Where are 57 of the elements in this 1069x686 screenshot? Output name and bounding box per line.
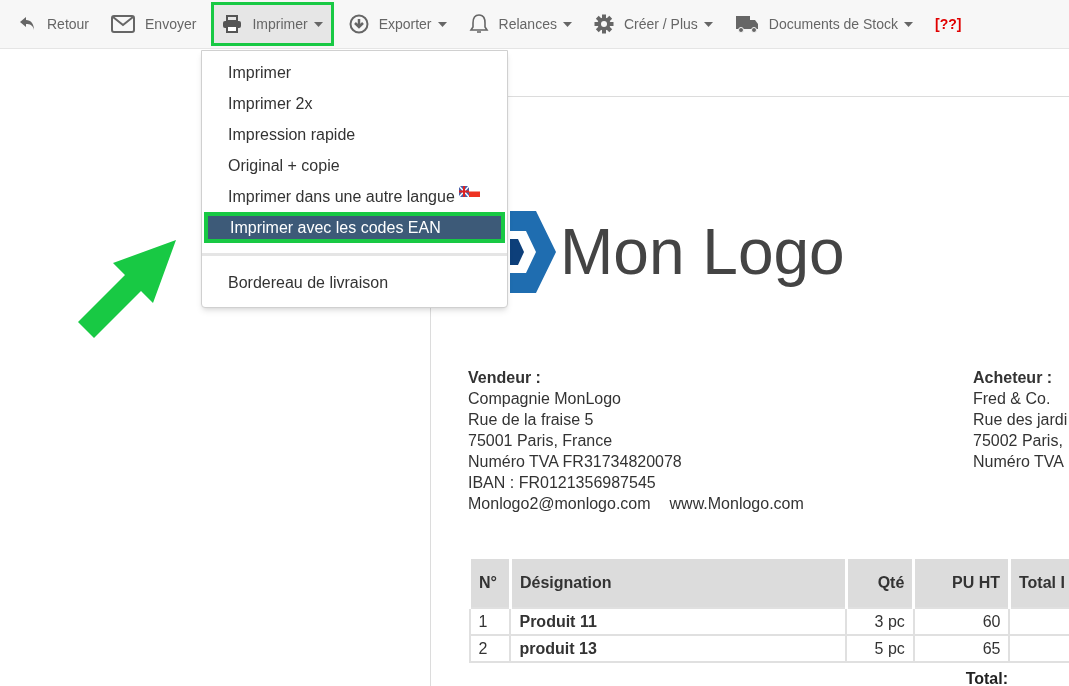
column-header: Total I — [1009, 559, 1069, 608]
toolbar-button[interactable]: Créer / Plus — [582, 2, 724, 46]
column-header: Désignation — [510, 559, 847, 608]
table-cell: 5 pc — [874, 639, 905, 657]
table-cell: Produit 11 — [519, 612, 597, 630]
caret-icon — [562, 21, 572, 27]
address-line: 75002 Paris, — [973, 431, 1064, 451]
column-header: N° — [469, 559, 511, 608]
flag-icon — [458, 186, 480, 197]
table-cell: 3 pc — [874, 612, 905, 630]
toolbar-button[interactable]: Exporter — [337, 2, 458, 46]
logo-icon — [510, 209, 556, 295]
truck-icon — [734, 14, 759, 34]
toolbar-button[interactable]: Documents de Stock — [723, 2, 924, 46]
party-heading: Acheteur : — [973, 368, 1054, 388]
menu-item[interactable]: Imprimer dans une autre langue — [202, 181, 507, 212]
address-line: Numéro TVA — [973, 452, 1065, 472]
address-line: Rue des jardi — [973, 410, 1068, 430]
menu-item[interactable]: Imprimer avec les codes EAN — [204, 212, 505, 243]
arrow-annotation-icon — [78, 238, 178, 338]
email-text: Monlogo2@monlogo.com — [468, 494, 651, 514]
total-label: Total: — [965, 670, 1008, 686]
address-line: Rue de la fraise 5 — [468, 410, 595, 430]
address-line: Fred & Co. — [973, 389, 1052, 409]
address-line: 75001 Paris, France — [468, 431, 614, 451]
toolbar-button[interactable]: Relances — [457, 2, 583, 46]
table-cell: 60 — [982, 612, 1001, 630]
envelope-icon — [111, 15, 136, 33]
menu-item[interactable]: Original + copie — [202, 150, 507, 181]
caret-icon — [904, 21, 913, 27]
menu-item[interactable]: Imprimer 2x — [202, 88, 507, 119]
table-cell: 2 — [478, 639, 488, 657]
website-text: www.Monlogo.com — [669, 494, 804, 514]
caret-icon — [437, 21, 447, 27]
table-cell: produit 13 — [519, 639, 597, 657]
address-line: Compagnie MonLogo — [468, 389, 622, 409]
address-line: IBAN : FR0121356987545 — [468, 473, 657, 493]
toolbar-button[interactable]: Imprimer — [211, 2, 334, 46]
caret-icon — [703, 21, 713, 27]
party-heading: Vendeur : — [468, 368, 542, 388]
toolbar-button[interactable]: Envoyer — [100, 2, 208, 46]
column-header: Qté — [846, 559, 914, 608]
download-circle-icon — [348, 14, 369, 34]
printer-icon — [222, 15, 243, 33]
toolbar-button[interactable]: Retour — [8, 2, 101, 46]
table-cell: 65 — [982, 639, 1001, 657]
table-cell: 1 — [478, 612, 488, 630]
menu-item[interactable]: Imprimer — [202, 57, 507, 88]
bell-icon — [468, 13, 489, 35]
caret-icon — [313, 21, 323, 27]
address-line: Numéro TVA FR31734820078 — [468, 452, 683, 472]
gear-icon — [593, 14, 614, 34]
warning-link[interactable]: [??] — [924, 2, 973, 46]
back-arrow-icon — [19, 16, 37, 32]
menu-item[interactable]: Bordereau de livraison — [202, 253, 507, 301]
menu-item[interactable]: Impression rapide — [202, 119, 507, 150]
column-header: PU HT — [913, 559, 1010, 608]
